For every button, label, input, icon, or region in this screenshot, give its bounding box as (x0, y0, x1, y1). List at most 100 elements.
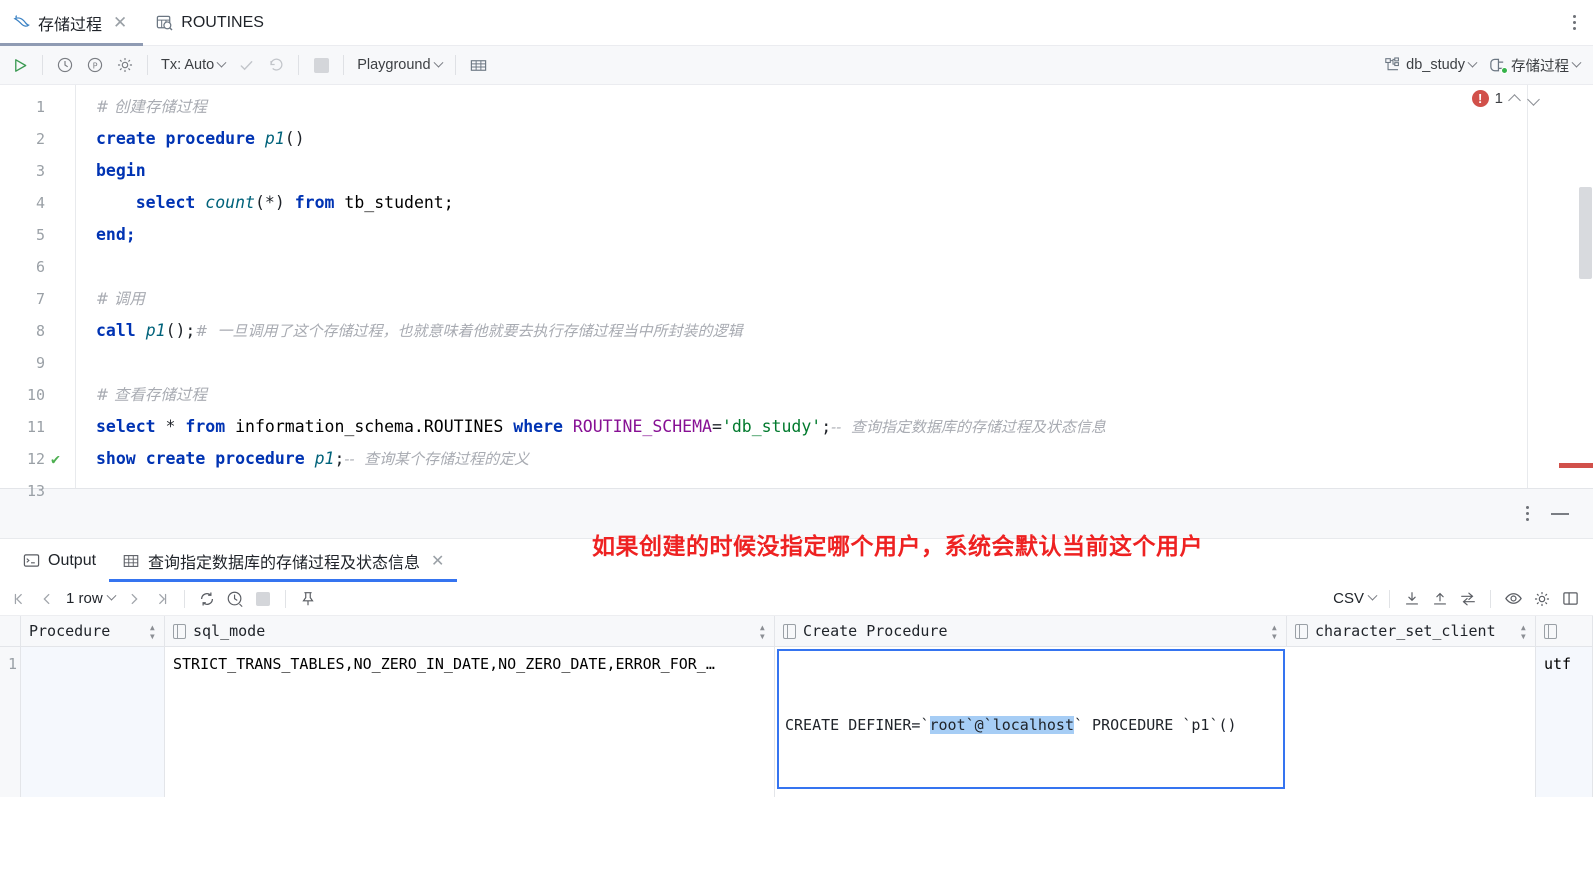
grid-icon (470, 59, 486, 71)
close-icon[interactable]: ✕ (431, 551, 444, 571)
divider (42, 55, 43, 75)
query-time-button[interactable] (222, 586, 248, 612)
export-format-selector[interactable]: CSV (1329, 590, 1380, 607)
rollback-button[interactable] (262, 50, 290, 80)
output-format-button[interactable] (464, 50, 493, 80)
pin-button[interactable] (295, 586, 321, 612)
next-page-button[interactable] (121, 586, 147, 612)
results-tab-bar: Output 查询指定数据库的存储过程及状态信息 ✕ 如果创建的时候没指定哪个用… (0, 533, 1593, 582)
row-count-selector[interactable]: 1 row (62, 590, 119, 607)
result-grid[interactable]: Procedure ▴ ▾ sql_mode ▴ ▾ Create Procedur… (0, 616, 1593, 797)
code-column: ROUTINE_SCHEMA (572, 417, 712, 436)
error-stripe-marker[interactable] (1559, 463, 1593, 468)
results-toolbar: 1 row CSV (0, 582, 1593, 616)
transpose-button[interactable] (1455, 586, 1481, 612)
tab-overflow-menu-button[interactable] (1555, 0, 1593, 45)
first-page-button[interactable] (6, 586, 32, 612)
sort-icon[interactable]: ▴ ▾ (1520, 621, 1527, 642)
history-icon (57, 57, 73, 73)
cell-procedure[interactable] (21, 647, 165, 797)
upload-icon (1434, 592, 1446, 605)
sort-icon[interactable]: ▴ ▾ (1271, 621, 1278, 642)
download-button[interactable] (1399, 586, 1425, 612)
code-keyword: procedure (215, 449, 305, 468)
stop-button[interactable] (250, 586, 276, 612)
prev-page-button[interactable] (34, 586, 60, 612)
results-settings-button[interactable] (1529, 586, 1555, 612)
table-row[interactable]: 1 STRICT_TRANS_TABLES,NO_ZERO_IN_DATE,NO… (0, 647, 1593, 797)
tab-stored-procedure[interactable]: 存储过程 ✕ (0, 0, 144, 46)
editor-gutter[interactable]: 1 2 3 4 5 6 7 8 9 10 11 12 ✔ 13 (0, 85, 76, 500)
gutter-line: 8 (0, 315, 75, 347)
code-line-1: # 创建存储过程 (96, 91, 1593, 123)
cell-character-set-client[interactable] (1287, 647, 1536, 797)
column-header-label: Create Procedure (803, 622, 948, 640)
column-header-label: Procedure (29, 622, 111, 640)
tab-routines[interactable]: ROUTINES (143, 0, 278, 45)
rollback-icon (270, 58, 283, 71)
pin-icon (302, 591, 314, 605)
schema-selector[interactable]: db_study (1379, 50, 1481, 80)
close-icon[interactable]: ✕ (111, 14, 129, 31)
run-button[interactable] (6, 50, 34, 80)
first-page-icon (14, 593, 22, 604)
settings-button[interactable] (111, 50, 139, 80)
row-count-label: 1 row (66, 590, 103, 607)
column-header-sql-mode[interactable]: sql_mode ▴ ▾ (165, 616, 775, 646)
grid-corner-cell (0, 616, 21, 646)
profile-button[interactable]: P (81, 50, 109, 80)
session-selector[interactable]: Playground (352, 50, 446, 80)
last-page-button[interactable] (149, 586, 175, 612)
code-identifier: p1 (264, 129, 285, 148)
editor-right-rail (1527, 85, 1593, 488)
code-line-8: call p1();# 一旦调用了这个存储过程，也就意味着他就要去执行存储过程当… (96, 315, 1593, 347)
line-number: 8 (35, 322, 45, 340)
commit-button[interactable] (232, 50, 260, 80)
column-header-character-set-client[interactable]: character_set_client ▴ ▾ (1287, 616, 1536, 646)
split-view-button[interactable] (1557, 586, 1583, 612)
cell-sql-mode[interactable]: STRICT_TRANS_TABLES,NO_ZERO_IN_DATE,NO_Z… (165, 647, 775, 797)
line-number: 7 (35, 290, 45, 308)
minimize-icon[interactable] (1551, 512, 1569, 515)
sql-editor[interactable]: 1 2 3 4 5 6 7 8 9 10 11 12 ✔ 13 # 创建存储过程 … (0, 85, 1593, 500)
stop-button[interactable] (307, 50, 335, 80)
editor-code-area[interactable]: # 创建存储过程 create procedure p1() begin sel… (76, 85, 1593, 488)
chevron-up-icon[interactable] (1509, 92, 1522, 105)
query-time-icon (227, 591, 243, 607)
split-icon (1562, 592, 1578, 605)
tab-query-result[interactable]: 查询指定数据库的存储过程及状态信息 ✕ (109, 539, 458, 582)
column-header-next[interactable] (1536, 616, 1593, 646)
sort-icon[interactable]: ▴ ▾ (759, 621, 766, 642)
connection-selector[interactable]: 存储过程 (1483, 50, 1585, 80)
column-header-label: sql_mode (193, 622, 266, 640)
code-line-12: show create procedure p1;-- 查询某个存储过程的定义 (96, 443, 1593, 475)
code-comment: # 创建存储过程 (96, 98, 207, 116)
annotation-text: 如果创建的时候没指定哪个用户，系统会默认当前这个用户 (592, 533, 1203, 559)
transaction-mode-selector[interactable]: Tx: Auto (156, 50, 230, 80)
svg-text:P: P (93, 61, 98, 71)
code-identifier: p1 (145, 321, 166, 340)
code-line-7: # 调用 (96, 283, 1593, 315)
sort-icon[interactable]: ▴ ▾ (149, 621, 156, 642)
cell-create-procedure-wrap: CREATE DEFINER=`root`@`localhost` PROCED… (775, 647, 1287, 797)
code-keyword: select (135, 193, 196, 212)
editor-scrollbar-thumb[interactable] (1579, 187, 1592, 279)
upload-button[interactable] (1427, 586, 1453, 612)
code-comment: # 一旦调用了这个存储过程，也就意味着他就要去执行存储过程当中所封装的逻辑 (195, 322, 743, 340)
column-header-procedure[interactable]: Procedure ▴ ▾ (21, 616, 165, 646)
view-options-button[interactable] (1500, 586, 1527, 612)
refresh-button[interactable] (194, 586, 220, 612)
history-button[interactable] (51, 50, 79, 80)
more-vertical-icon[interactable] (1526, 506, 1529, 521)
chevron-down-icon[interactable] (1528, 92, 1541, 105)
code-keyword: select (96, 417, 156, 436)
run-icon (14, 58, 26, 72)
create-procedure-line-1: CREATE DEFINER=`root`@`localhost` PROCED… (785, 712, 1277, 739)
tab-output[interactable]: Output (10, 539, 109, 582)
cell-create-procedure[interactable]: CREATE DEFINER=`root`@`localhost` PROCED… (777, 649, 1285, 789)
column-header-create-procedure[interactable]: Create Procedure ▴ ▾ (775, 616, 1287, 646)
inspection-widget[interactable]: ! 1 (1471, 90, 1541, 107)
cell-next[interactable]: utf (1536, 647, 1593, 797)
code-keyword: where (513, 417, 563, 436)
